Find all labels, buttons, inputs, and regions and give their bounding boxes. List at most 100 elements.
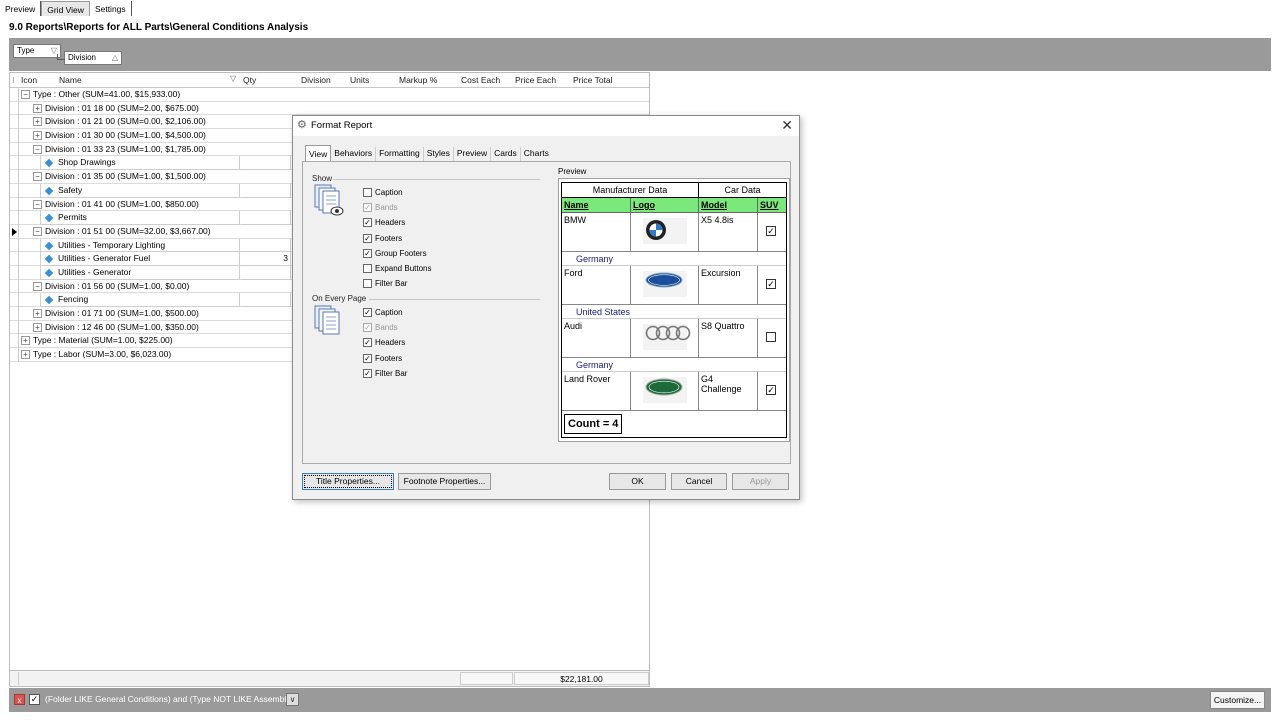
tab-styles[interactable]: Styles [424,147,454,161]
group-row[interactable]: − Type : Other (SUM=41.00, $15,933.00) [10,88,649,102]
dialog-titlebar[interactable]: ⚙ Format Report ✕ [293,116,799,136]
group-row-label: Division : 01 21 00 (SUM=0.00, $2,106.00… [45,116,206,127]
checkbox[interactable]: ✓ [363,353,372,363]
title-properties-button[interactable]: Title Properties... [302,473,394,490]
collapse-icon[interactable]: − [33,226,42,236]
land-rover-logo-icon [645,378,683,398]
column-chooser-icon[interactable]: ⁝ [12,75,15,86]
ok-button[interactable]: OK [609,473,666,490]
group-connector [57,59,65,60]
expand-icon[interactable]: + [33,103,42,113]
qty-cell[interactable] [241,238,291,253]
checkbox[interactable]: ✓ [363,308,372,317]
cell-model: X5 4.8is [699,213,758,251]
preview-record: BMW X5 4.8is ✓ [562,213,786,252]
filter-history-dropdown[interactable]: ∨ [286,693,299,706]
group-row-label: Division : 01 30 00 (SUM=1.00, $4,500.00… [45,130,206,141]
qty-cell[interactable] [241,156,291,171]
apply-button[interactable]: Apply [732,473,789,490]
option-label: Footers [375,233,403,243]
checkbox[interactable]: ✓ [363,233,372,243]
checkbox[interactable]: ✓ [363,368,372,378]
footer-price-total: $22,181.00 [514,672,649,685]
preview-record: Ford Excursion ✓ [562,266,786,305]
column-header-price-total[interactable]: Price Total [573,75,613,85]
expand-icon[interactable]: + [21,336,30,346]
expand-icon[interactable]: + [33,309,42,318]
group-by-band[interactable]: Type ▽ Division △ [9,38,1271,71]
row-indicator [10,265,19,280]
group-row-label: Division : 01 51 00 (SUM=32.00, $3,667.0… [45,225,211,236]
qty-cell[interactable] [241,265,291,280]
expand-icon[interactable]: + [33,117,42,127]
group-row[interactable]: + Division : 01 18 00 (SUM=2.00, $675.00) [10,101,649,116]
row-name: Utilities - Temporary Lighting [58,239,166,250]
group-chip-type[interactable]: Type ▽ [13,44,61,58]
option-label: Bands [375,323,398,333]
checkbox[interactable] [363,279,372,289]
column-header-markup[interactable]: Markup % [399,75,437,85]
tab-preview[interactable]: Preview [454,147,492,161]
qty-cell[interactable] [241,211,291,225]
suv-checkbox: ✓ [766,226,776,236]
collapse-icon[interactable]: − [21,90,30,99]
column-header-qty[interactable]: Qty [243,75,256,85]
row-indicator [10,293,19,307]
collapse-icon[interactable]: − [33,281,42,291]
tab-view[interactable]: View [305,145,332,161]
option-label: Footers [375,353,403,363]
customize-button[interactable]: Customize... [1210,691,1265,709]
tab-cards[interactable]: Cards [491,147,521,161]
expand-icon[interactable]: + [33,131,42,141]
column-header-units[interactable]: Units [350,75,369,85]
group-chip-division[interactable]: Division △ [64,51,122,65]
column-header-price-each[interactable]: Price Each [515,75,556,85]
checkbox[interactable] [363,188,372,197]
band-manufacturer: Manufacturer Data [562,183,699,197]
checkbox: ✓ [363,323,372,333]
format-report-dialog: ⚙ Format Report ✕ View Behaviors Formatt… [292,115,800,500]
audi-logo-icon [645,325,691,343]
tab-behaviors[interactable]: Behaviors [331,147,377,161]
tab-grid-view[interactable]: Grid View [41,1,90,16]
group-row-label: Division : 01 33 23 (SUM=1.00, $1,785.00… [45,143,206,154]
checkbox[interactable]: ✓ [363,218,372,228]
qty-cell[interactable] [241,183,291,198]
header-model: Model [699,198,758,212]
checkbox[interactable] [363,264,372,273]
qty-cell[interactable]: 3 [241,252,291,266]
filter-icon[interactable]: ▽ [230,74,236,83]
column-header-icon[interactable]: Icon [21,75,37,85]
column-header-cost-each[interactable]: Cost Each [461,75,500,85]
cancel-button[interactable]: Cancel [671,473,727,490]
collapse-icon[interactable]: − [33,172,42,182]
row-indicator [10,197,19,212]
tab-formatting[interactable]: Formatting [376,147,424,161]
tab-preview[interactable]: Preview [0,1,42,16]
clear-filter-button[interactable]: x [14,694,25,705]
collapse-icon[interactable]: − [33,144,42,154]
preview-group-row: Germany [562,252,786,266]
preview-record: Audi S8 Quattro [562,319,786,358]
row-indicator [10,129,19,143]
filter-expression[interactable]: (Folder LIKE General Conditions) and (Ty… [45,694,293,704]
column-header-division[interactable]: Division [301,75,331,85]
collapse-icon[interactable]: − [33,199,42,209]
checkbox[interactable]: ✓ [363,248,372,258]
tab-charts[interactable]: Charts [521,147,552,161]
expand-icon[interactable]: + [21,350,30,360]
expand-icon[interactable]: + [33,322,42,332]
qty-cell[interactable] [241,293,291,307]
close-icon[interactable]: ✕ [781,117,793,134]
footer-cell [460,672,513,685]
footnote-properties-button[interactable]: Footnote Properties... [398,473,491,490]
tab-settings[interactable]: Settings [90,1,132,16]
cell-suv: ✓ [758,213,786,251]
preview-pane: Manufacturer Data Car Data Name Logo Mod… [558,178,790,442]
checkbox[interactable]: ✓ [363,338,372,348]
filter-enabled-checkbox[interactable]: ✓ [29,694,40,705]
column-header-name[interactable]: Name [59,75,82,85]
cell-suv: ✓ [758,266,786,304]
ford-logo-icon [645,272,683,290]
preview-records: BMW X5 4.8is ✓ Germany Ford Excursion ✓ United … [562,213,786,411]
